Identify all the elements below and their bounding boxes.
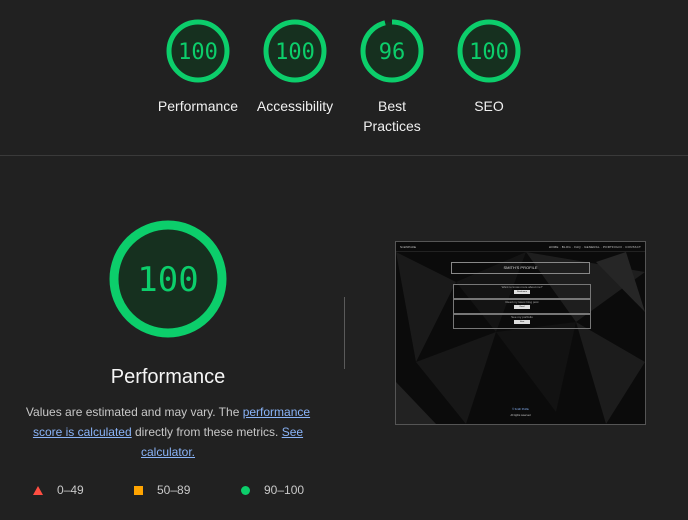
square-icon xyxy=(134,485,143,495)
performance-label: Performance xyxy=(157,98,239,114)
performance-title: Performance xyxy=(110,366,226,388)
legend-average-range: 50–89 xyxy=(157,483,191,497)
performance-score: 100 xyxy=(178,40,218,65)
gauge-performance[interactable]: 100 Performance xyxy=(148,18,248,116)
screenshot-footer-line: © Smith Profile xyxy=(512,408,529,411)
screenshot-title: SMITH'S PROFILE xyxy=(451,262,590,274)
seo-label: SEO xyxy=(474,98,504,114)
screenshot-nav-links: HOME · BLOG · FAQ · GENERAL · PORTFOLIO … xyxy=(548,245,641,249)
best-practices-label: Best Practices xyxy=(363,98,421,134)
screenshot-card: Want to know more about me? Read more xyxy=(453,284,591,299)
screenshot-navbar: SmithProfile HOME · BLOG · FAQ · GENERAL… xyxy=(396,242,645,252)
accessibility-label: Accessibility xyxy=(256,98,334,114)
final-screenshot-thumbnail[interactable]: SmithProfile HOME · BLOG · FAQ · GENERAL… xyxy=(395,241,646,425)
gauge-seo[interactable]: 100 SEO xyxy=(439,18,539,116)
accessibility-gauge-icon: 100 xyxy=(263,19,327,83)
performance-big-score: 100 xyxy=(137,260,198,300)
screenshot-card-button: Read xyxy=(514,305,530,309)
performance-section: 100 Performance Values are estimated and… xyxy=(0,156,688,520)
seo-gauge-icon: 100 xyxy=(457,19,521,83)
vertical-divider xyxy=(344,297,345,369)
legend-average: 50–89 xyxy=(134,480,190,500)
triangle-icon xyxy=(33,485,43,495)
legend-pass-range: 90–100 xyxy=(264,483,305,497)
performance-big-gauge: 100 xyxy=(108,219,228,344)
desc-text-middle: directly from these metrics. xyxy=(131,425,282,439)
performance-big-gauge-icon: 100 xyxy=(109,220,227,338)
screenshot-footer-line: All rights reserved xyxy=(510,414,531,417)
gauge-accessibility[interactable]: 100 Accessibility xyxy=(245,18,345,116)
performance-description: Values are estimated and may vary. The p… xyxy=(18,402,318,462)
desc-text-prefix: Values are estimated and may vary. The xyxy=(25,405,243,419)
legend-pass: 90–100 xyxy=(241,480,304,500)
screenshot-card-text: Want to know more about me? xyxy=(501,285,543,289)
performance-gauge-icon: 100 xyxy=(166,19,230,83)
screenshot-card-text: See my portfolio xyxy=(511,315,533,319)
circle-icon xyxy=(241,485,250,495)
screenshot-card-button: View xyxy=(514,320,530,324)
gauge-best-practices[interactable]: 96 Best Practices xyxy=(342,18,442,136)
screenshot-card: See my portfolio View xyxy=(453,314,591,329)
best-practices-gauge-icon: 96 xyxy=(360,19,424,83)
screenshot-card-button: Read more xyxy=(514,290,530,294)
legend-fail-range: 0–49 xyxy=(57,483,84,497)
seo-score: 100 xyxy=(469,40,509,65)
screenshot-brand: SmithProfile xyxy=(400,245,417,249)
category-scores-bar: 100 Performance 100 Accessibility 96 Bes… xyxy=(0,0,688,156)
accessibility-score: 100 xyxy=(275,40,315,65)
screenshot-card-text: Read my latest blog post xyxy=(505,300,539,304)
legend-fail: 0–49 xyxy=(33,480,84,500)
screenshot-card: Read my latest blog post Read xyxy=(453,299,591,314)
best-practices-score: 96 xyxy=(379,40,406,65)
